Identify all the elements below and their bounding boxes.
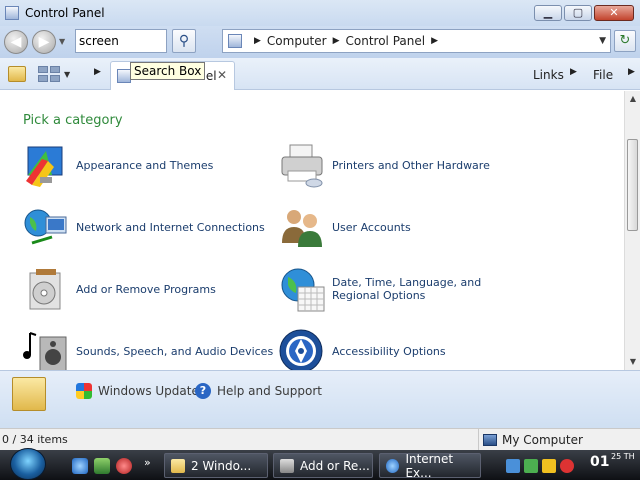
media-player-icon[interactable] — [116, 458, 132, 474]
shield-tray-icon[interactable] — [542, 459, 556, 473]
scroll-up-icon[interactable]: ▲ — [625, 91, 640, 107]
category-label: Network and Internet Connections — [76, 220, 265, 234]
history-dropdown-icon[interactable]: ▼ — [59, 37, 65, 46]
address-control-panel-icon — [228, 34, 242, 48]
forward-button[interactable]: ▶ — [32, 30, 56, 54]
date-time-globe-icon — [278, 265, 326, 313]
title-bar: Control Panel ▁ ▢ ✕ — [0, 0, 640, 26]
taskbar-button-add-remove[interactable]: Add or Re... — [273, 453, 373, 478]
clock-suffix: 25 TH — [611, 452, 635, 461]
taskbar-button-label: 2 Windo... — [191, 458, 252, 473]
security-tray-icon[interactable] — [524, 459, 538, 473]
address-dropdown-icon[interactable]: ▼ — [599, 36, 606, 46]
clock[interactable]: 01 — [590, 454, 609, 470]
category-label: Printers and Other Hardware — [332, 158, 490, 172]
window-title: Control Panel — [25, 6, 105, 20]
category-label: Date, Time, Language, and Regional Optio… — [332, 276, 482, 302]
file-menu[interactable]: File — [593, 68, 613, 82]
tab-control-panel-icon — [117, 69, 131, 83]
magnifier-icon: ⚲ — [178, 33, 190, 49]
user-accounts-icon — [278, 203, 326, 251]
search-box-tooltip: Search Box — [130, 62, 206, 80]
navigation-bar: ◀ ▶ ▼ screen ⚲ ▶ Computer ▶ Control Pane… — [0, 26, 640, 58]
views-dropdown-icon[interactable]: ▼ — [64, 70, 70, 79]
tab-list-chevron-icon[interactable]: ▶ — [94, 67, 101, 77]
breadcrumb-separator-icon[interactable]: ▶ — [254, 36, 261, 46]
category-accessibility[interactable]: Accessibility Options — [278, 327, 446, 375]
taskbar: » 2 Windo... Add or Re... Internet Ex...… — [0, 448, 640, 480]
close-button[interactable]: ✕ — [594, 5, 634, 21]
go-refresh-icon: ↻ — [619, 33, 631, 48]
back-button[interactable]: ◀ — [4, 30, 28, 54]
help-icon: ? — [195, 383, 211, 399]
address-bar[interactable]: ▶ Computer ▶ Control Panel ▶ ▼ — [222, 29, 611, 53]
bottom-panel: Windows Update ? Help and Support — [0, 370, 640, 428]
windows-update-link[interactable]: Windows Update — [76, 383, 199, 399]
status-location-label: My Computer — [502, 433, 583, 447]
category-label: Accessibility Options — [332, 344, 446, 358]
search-button[interactable]: ⚲ — [172, 29, 196, 53]
add-remove-programs-icon — [22, 265, 70, 313]
folder-icon — [12, 377, 46, 411]
appearance-themes-icon — [22, 141, 70, 189]
help-support-label: Help and Support — [217, 384, 322, 398]
folder-icon — [171, 458, 185, 473]
taskbar-button-label: Internet Ex... — [405, 451, 454, 480]
minimize-button[interactable]: ▁ — [534, 5, 562, 21]
category-label: Add or Remove Programs — [76, 282, 216, 296]
category-network-internet[interactable]: Network and Internet Connections — [22, 203, 265, 251]
accessibility-icon — [278, 327, 326, 375]
go-refresh-button[interactable]: ↻ — [614, 30, 636, 52]
category-label: Sounds, Speech, and Audio Devices — [76, 344, 274, 358]
start-button[interactable] — [10, 448, 46, 480]
internet-explorer-icon[interactable] — [72, 458, 88, 474]
breadcrumb-separator-icon[interactable]: ▶ — [431, 36, 438, 46]
breadcrumb-separator-icon[interactable]: ▶ — [333, 36, 340, 46]
tab-close-icon[interactable]: ✕ — [217, 68, 227, 82]
category-printers-hardware[interactable]: Printers and Other Hardware — [278, 141, 490, 189]
internet-explorer-icon — [386, 458, 400, 473]
item-count: 0 / 34 items — [2, 433, 68, 446]
scroll-down-icon[interactable]: ▼ — [625, 354, 640, 370]
scroll-thumb[interactable] — [627, 139, 638, 231]
windows-logo-icon — [76, 383, 92, 399]
links-menu[interactable]: Links — [533, 68, 564, 82]
tab-toolbar: ▼ ▶ Control Panel ✕ Links ▶ File ▶ — [0, 58, 640, 90]
windows-update-label: Windows Update — [98, 384, 199, 398]
category-add-remove-programs[interactable]: Add or Remove Programs — [22, 265, 216, 313]
category-date-time-regional[interactable]: Date, Time, Language, and Regional Optio… — [278, 265, 532, 313]
folder-icon[interactable] — [8, 66, 26, 82]
search-input[interactable]: screen — [75, 29, 167, 53]
file-chevron-icon[interactable]: ▶ — [628, 67, 635, 77]
speaker-icon — [22, 327, 70, 375]
maximize-button[interactable]: ▢ — [564, 5, 592, 21]
category-sounds-audio[interactable]: Sounds, Speech, and Audio Devices — [22, 327, 273, 375]
taskbar-button-internet-explorer[interactable]: Internet Ex... — [379, 451, 481, 480]
status-location: My Computer — [478, 429, 583, 451]
category-label: Appearance and Themes — [76, 158, 214, 172]
category-view: Pick a category Appearance and Themes Pr… — [0, 91, 624, 373]
views-icon[interactable] — [38, 66, 60, 82]
help-support-link[interactable]: ? Help and Support — [195, 383, 322, 399]
network-icon — [22, 203, 70, 251]
my-computer-icon — [483, 434, 497, 446]
page-title: Pick a category — [23, 113, 123, 128]
network-tray-icon[interactable] — [506, 459, 520, 473]
control-panel-icon — [5, 6, 19, 20]
show-desktop-icon[interactable] — [94, 458, 110, 474]
category-label: User Accounts — [332, 220, 411, 234]
breadcrumb-control-panel[interactable]: Control Panel — [346, 34, 426, 48]
taskbar-button-label: Add or Re... — [300, 458, 370, 473]
status-bar: 0 / 34 items My Computer — [0, 428, 640, 451]
category-user-accounts[interactable]: User Accounts — [278, 203, 411, 251]
breadcrumb-computer[interactable]: Computer — [267, 34, 327, 48]
add-remove-programs-icon — [280, 458, 294, 473]
taskbar-button-windows[interactable]: 2 Windo... — [164, 453, 268, 478]
quick-launch-more-icon[interactable]: » — [144, 456, 151, 469]
printer-icon — [278, 141, 326, 189]
category-appearance-themes[interactable]: Appearance and Themes — [22, 141, 213, 189]
alert-tray-icon[interactable] — [560, 459, 574, 473]
links-chevron-icon[interactable]: ▶ — [570, 67, 577, 77]
vertical-scrollbar[interactable]: ▲ ▼ — [624, 91, 640, 370]
